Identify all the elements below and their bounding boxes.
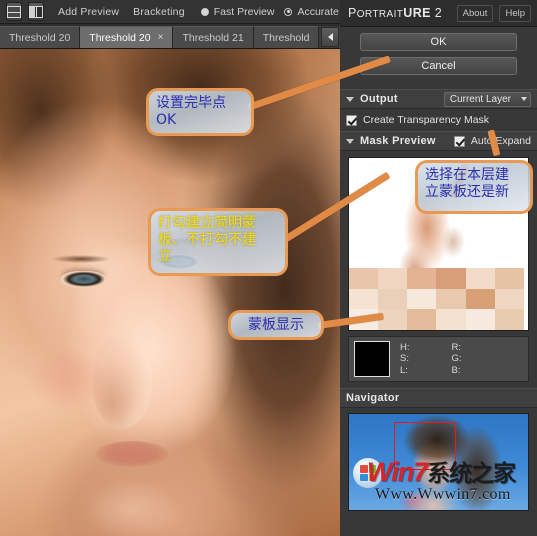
- ok-button[interactable]: OK: [360, 33, 517, 51]
- eyebrow-left: [52, 255, 110, 263]
- lips: [96, 441, 168, 467]
- auto-expand-label: Auto Expand: [470, 135, 531, 147]
- watermark-cn: 系统之家: [427, 460, 516, 486]
- prev-tab-icon[interactable]: [321, 27, 340, 47]
- create-transparency-mask-label: Create Transparency Mask: [363, 114, 490, 126]
- tab-threshold-21[interactable]: Threshold 21: [173, 26, 254, 48]
- g-label: G:: [451, 353, 462, 365]
- split-vertical-icon[interactable]: [28, 2, 44, 21]
- l-label: L:: [400, 364, 408, 376]
- about-button[interactable]: About: [456, 4, 494, 22]
- create-transparency-mask-checkbox[interactable]: [346, 114, 357, 126]
- tab-label: Threshold 21: [182, 31, 244, 44]
- product-title: PORTRAITURE 2: [348, 6, 442, 20]
- annotation-mask-display: 蒙板显示: [228, 310, 324, 340]
- bracketing-button[interactable]: Bracketing: [133, 6, 185, 18]
- top-toolbar: Add Preview Bracketing Fast Preview Accu…: [0, 0, 340, 24]
- brand-bar: PORTRAITURE 2 About Help: [340, 0, 537, 27]
- output-target-value: Current Layer: [449, 93, 511, 105]
- nose: [92, 334, 152, 429]
- color-swatch[interactable]: [354, 341, 390, 377]
- brand-ortrait: ORTRAIT: [356, 9, 404, 20]
- chevron-down-icon[interactable]: [346, 96, 354, 102]
- tab-scroll-controls: [319, 26, 340, 48]
- h-label: H:: [400, 341, 410, 353]
- brand-p: P: [348, 6, 357, 20]
- s-label: S:: [400, 353, 409, 365]
- annotation-checkbox-explain: 打勾建立简明蒙 板、不打勾不建 立: [148, 208, 288, 276]
- close-icon[interactable]: ×: [158, 32, 164, 43]
- brand-ure: URE: [403, 6, 431, 20]
- eye-left: [60, 271, 106, 288]
- tab-threshold-20-b[interactable]: Threshold 20 ×: [80, 26, 174, 48]
- output-section-header[interactable]: Output Current Layer: [340, 89, 537, 109]
- tab-threshold-20-a[interactable]: Threshold 20: [0, 26, 81, 48]
- create-transparency-mask-row[interactable]: Create Transparency Mask: [340, 109, 537, 131]
- b-label: B:: [451, 364, 461, 376]
- portraiture-plugin-window: Add Preview Bracketing Fast Preview Accu…: [0, 0, 537, 536]
- annotation-set-then-ok: 设置完毕点 OK: [146, 88, 254, 136]
- split-horizontal-icon[interactable]: [6, 2, 22, 21]
- tab-label: Threshold 20: [9, 31, 71, 44]
- output-section-title: Output: [360, 93, 398, 105]
- rgb-readout: R: G: B:: [452, 342, 462, 377]
- annotation-layer-choice: 选择在本层建 立蒙板还是新: [415, 160, 533, 214]
- tab-label: Threshold: [262, 31, 310, 44]
- watermark-brand: Win7系统之家: [367, 454, 516, 488]
- hsl-readout: H: S: L:: [400, 342, 410, 377]
- mask-preview-section-header[interactable]: Mask Preview Auto Expand: [340, 131, 537, 151]
- chevron-down-icon: [521, 97, 527, 101]
- output-target-select[interactable]: Current Layer: [443, 91, 531, 107]
- navigator-section-title: Navigator: [346, 392, 400, 404]
- chevron-down-icon[interactable]: [346, 138, 354, 144]
- brand-version: 2: [434, 6, 443, 20]
- mask-preview-section-title: Mask Preview: [360, 135, 436, 147]
- chin-highlight: [84, 479, 180, 536]
- accurate-label[interactable]: Accurate: [297, 6, 338, 18]
- settings-panel: PORTRAITURE 2 About Help OK Cancel Outpu…: [340, 0, 537, 536]
- auto-expand-checkbox[interactable]: [453, 135, 465, 147]
- color-readout-panel: H: S: L: R: G: B:: [348, 336, 529, 382]
- r-label: R:: [451, 341, 462, 353]
- preview-quality-group: Fast Preview Accurate: [200, 6, 340, 18]
- navigator-section-header[interactable]: Navigator: [340, 388, 537, 408]
- tab-threshold-partial[interactable]: Threshold: [253, 26, 320, 48]
- fast-preview-radio[interactable]: [200, 7, 209, 16]
- fast-preview-label[interactable]: Fast Preview: [214, 6, 275, 18]
- tab-label: Threshold 20: [89, 31, 151, 44]
- dialog-actions: OK Cancel: [340, 27, 537, 89]
- watermark-url: Www.Wwwin7.com: [375, 486, 511, 503]
- help-button[interactable]: Help: [499, 4, 531, 22]
- preview-tab-bar: Threshold 20 Threshold 20 × Threshold 21…: [0, 24, 340, 49]
- accurate-radio[interactable]: [284, 7, 293, 16]
- watermark-win7: Win7: [367, 457, 428, 487]
- navigator-thumbnail[interactable]: Win7系统之家 Www.Wwwin7.com: [348, 413, 529, 511]
- add-preview-button[interactable]: Add Preview: [58, 6, 119, 18]
